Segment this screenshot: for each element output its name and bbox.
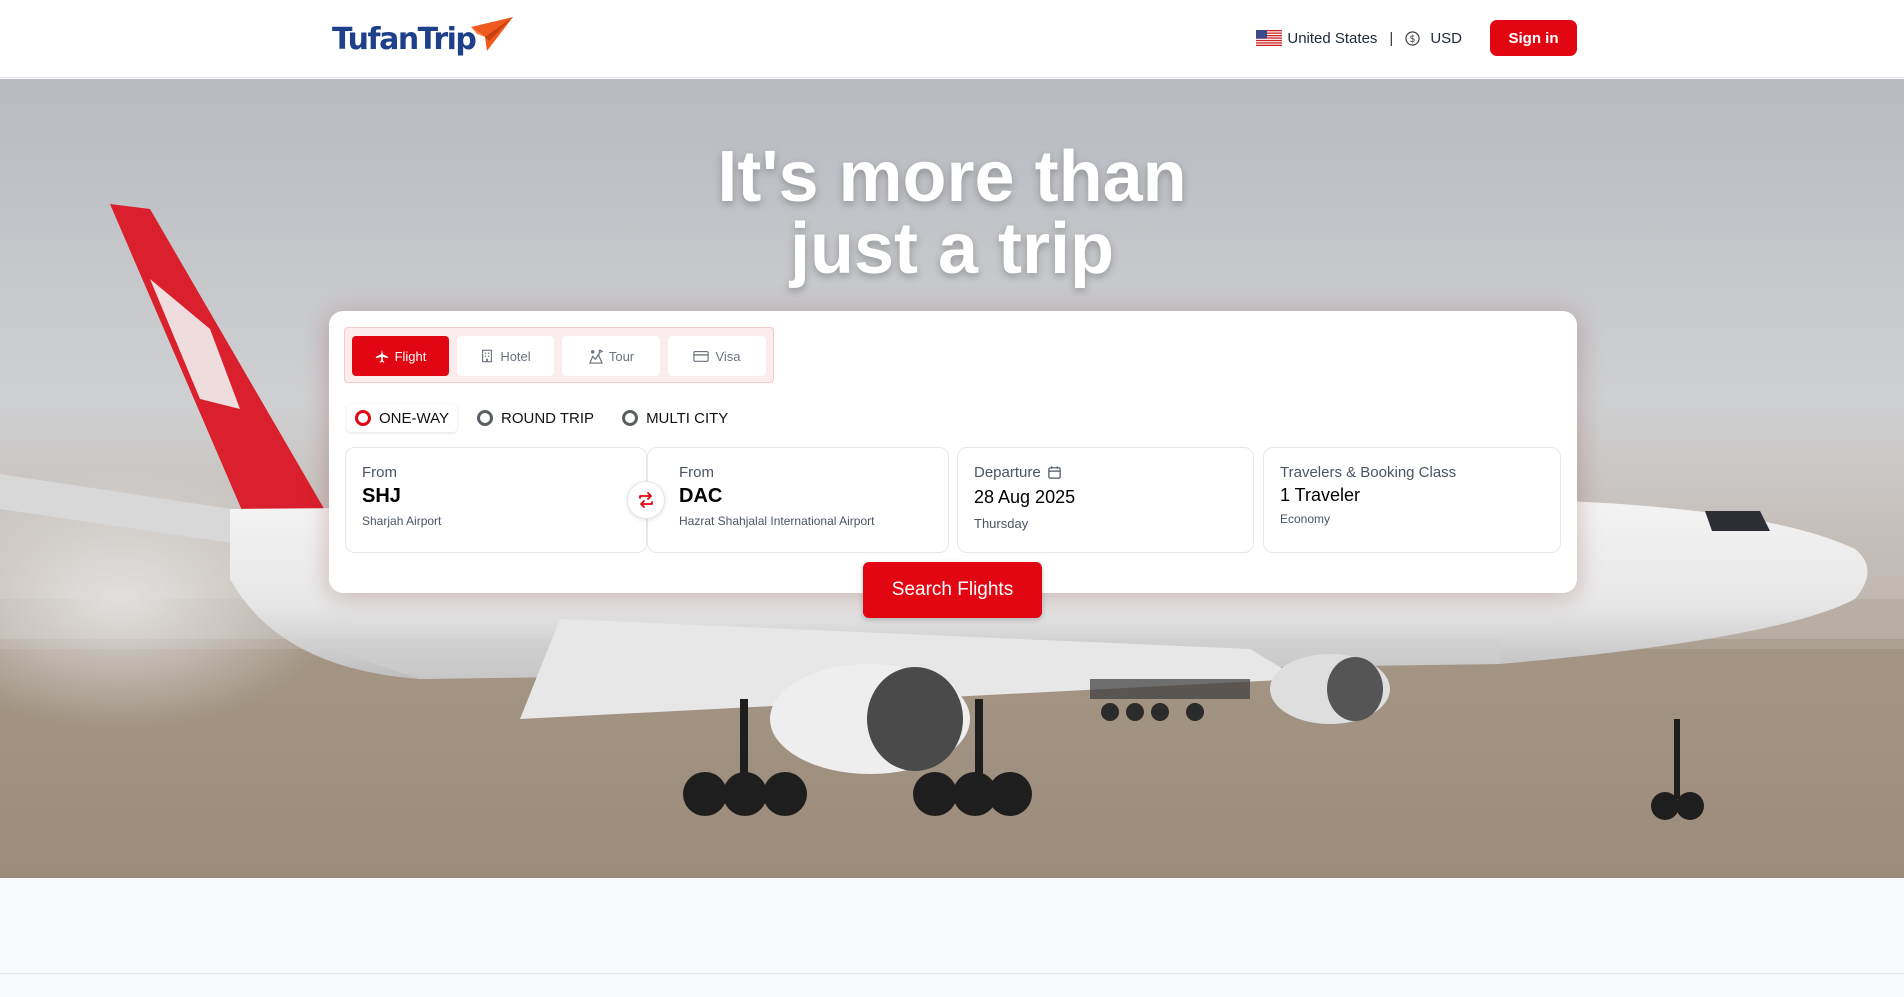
- travelers-class-field[interactable]: Travelers & Booking Class 1 Traveler Eco…: [1263, 447, 1561, 553]
- sign-in-button[interactable]: Sign in: [1490, 20, 1577, 56]
- departure-label: Departure: [974, 464, 1041, 481]
- dollar-circle-icon: $: [1405, 30, 1420, 46]
- tab-tour-label: Tour: [608, 348, 635, 364]
- destination-code: DAC: [679, 485, 723, 507]
- tab-visa-label: Visa: [715, 348, 741, 364]
- tab-flight[interactable]: Flight: [352, 336, 449, 376]
- swap-airports-button[interactable]: [627, 481, 665, 519]
- origin-airport: Sharjah Airport: [362, 514, 442, 528]
- trip-type-round-trip-label: ROUND TRIP: [501, 409, 595, 427]
- departure-weekday: Thursday: [974, 516, 1029, 531]
- country-selector[interactable]: United States: [1287, 30, 1377, 47]
- header-separator: |: [1389, 29, 1394, 47]
- currency-selector[interactable]: USD: [1430, 30, 1462, 47]
- us-flag-icon: [1256, 30, 1283, 46]
- trip-type-multi-city[interactable]: MULTI CITY: [622, 404, 728, 432]
- origin-code: SHJ: [362, 485, 401, 507]
- trip-type-multi-city-label: MULTI CITY: [646, 409, 729, 427]
- tour-icon: [588, 348, 603, 364]
- origin-label: From: [362, 464, 397, 481]
- hero-heading: It's more than just a trip: [0, 141, 1904, 285]
- departure-date: 28 Aug 2025: [974, 487, 1076, 507]
- service-tabs: Flight Hotel Tour Visa: [344, 327, 774, 383]
- hero-heading-line2: just a trip: [789, 209, 1115, 289]
- header-actions: United States | $ USD Sign in: [1256, 20, 1577, 56]
- origin-field[interactable]: From SHJ Sharjah Airport: [345, 447, 647, 553]
- tab-hotel-label: Hotel: [500, 348, 531, 364]
- calendar-icon: [1047, 466, 1061, 479]
- tab-flight-label: Flight: [394, 348, 427, 364]
- trip-type-one-way-label: ONE-WAY: [379, 409, 449, 427]
- radio-round-trip[interactable]: [477, 410, 493, 426]
- paper-plane-logo-icon: [471, 17, 514, 51]
- building-icon: [482, 349, 493, 363]
- content-section-placeholder: [0, 878, 1904, 974]
- radio-one-way[interactable]: [355, 410, 371, 426]
- site-header: TufanTrip United States | $ USD Sign in: [0, 0, 1904, 78]
- tab-tour[interactable]: Tour: [562, 336, 660, 376]
- travelers-count: 1 Traveler: [1280, 485, 1361, 505]
- hero-heading-line1: It's more than: [717, 137, 1187, 217]
- search-card: Flight Hotel Tour Visa ONE-WAY ROUND TRI…: [329, 311, 1577, 593]
- radio-multi-city[interactable]: [622, 410, 639, 426]
- departure-date-field[interactable]: Departure 28 Aug 2025 Thursday: [957, 447, 1254, 553]
- booking-class: Economy: [1280, 512, 1331, 526]
- destination-airport: Hazrat Shahjalal International Airport: [679, 514, 875, 528]
- destination-field[interactable]: From DAC Hazrat Shahjalal International …: [647, 447, 949, 553]
- search-flights-button[interactable]: Search Flights: [863, 562, 1042, 618]
- swap-icon: [639, 492, 653, 508]
- travelers-label: Travelers & Booking Class: [1280, 464, 1457, 481]
- departure-label-row: Departure: [974, 464, 1237, 481]
- tab-visa[interactable]: Visa: [668, 336, 766, 376]
- trip-type-one-way[interactable]: ONE-WAY: [347, 404, 457, 432]
- trip-type-round-trip[interactable]: ROUND TRIP: [477, 404, 594, 432]
- trip-type-selector: ONE-WAY ROUND TRIP MULTI CITY: [347, 404, 756, 432]
- destination-label: From: [679, 464, 714, 481]
- card-icon: [693, 350, 710, 362]
- brand-logo-text: TufanTrip: [332, 21, 477, 57]
- brand-logo[interactable]: TufanTrip: [332, 17, 514, 60]
- plane-icon: [375, 349, 388, 363]
- tab-hotel[interactable]: Hotel: [457, 336, 554, 376]
- svg-text:$: $: [1410, 33, 1416, 44]
